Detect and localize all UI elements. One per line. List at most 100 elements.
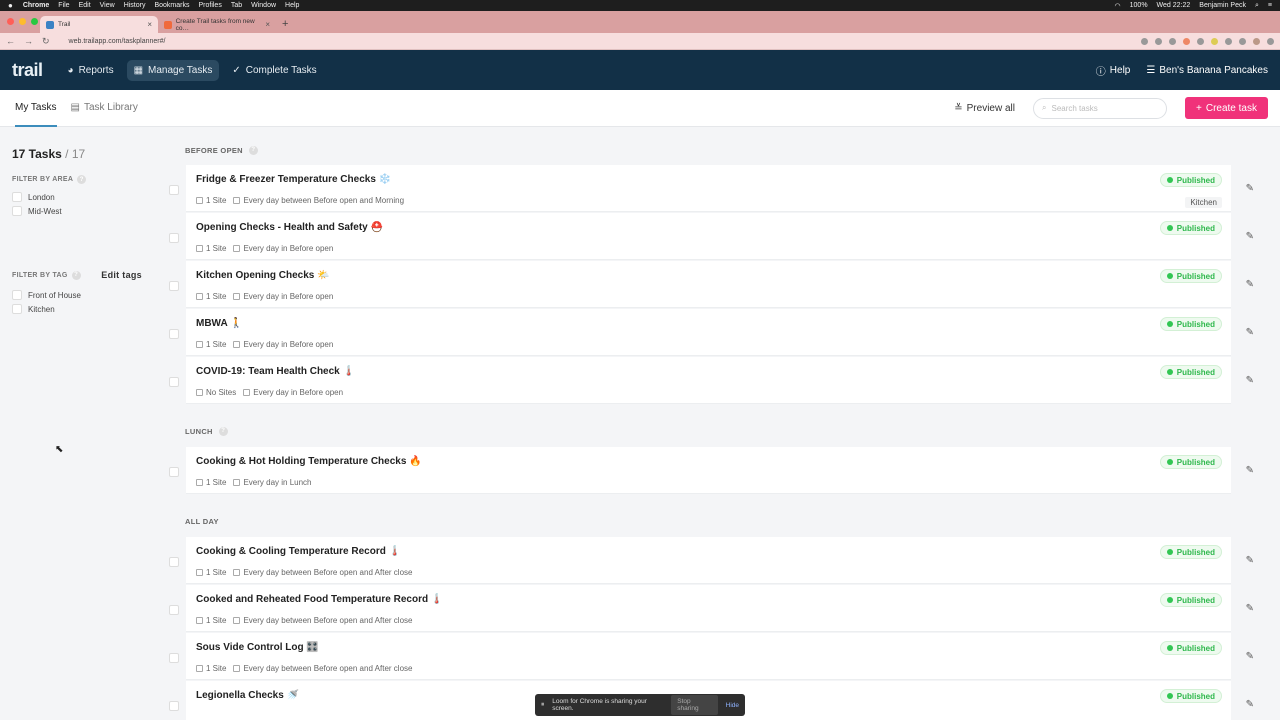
- extension-icon[interactable]: [1141, 37, 1148, 45]
- menu-help[interactable]: Help: [285, 2, 299, 9]
- extension-icon[interactable]: [1155, 37, 1162, 45]
- task-card[interactable]: Cooking & Hot Holding Temperature Checks…: [186, 447, 1231, 494]
- task-checkbox[interactable]: [169, 281, 179, 291]
- hide-button[interactable]: Hide: [726, 702, 739, 709]
- checkbox[interactable]: [12, 192, 22, 202]
- apple-icon[interactable]: ●: [8, 1, 13, 10]
- task-checkbox[interactable]: [169, 653, 179, 663]
- menu-edit[interactable]: Edit: [79, 2, 91, 9]
- edit-tags-link[interactable]: Edit tags: [101, 270, 142, 280]
- edit-pencil-icon[interactable]: ✎: [1246, 603, 1254, 614]
- edit-pencil-icon[interactable]: ✎: [1246, 699, 1254, 710]
- close-tab-icon[interactable]: ×: [265, 20, 270, 29]
- question-icon[interactable]: ?: [218, 426, 228, 436]
- tab-task-library[interactable]: ▤ Task Library: [71, 90, 138, 127]
- menu-profiles[interactable]: Profiles: [198, 2, 221, 9]
- pause-icon[interactable]: ⏸: [541, 701, 544, 709]
- area-filter-london[interactable]: London: [12, 192, 162, 202]
- extension-icon[interactable]: [1183, 37, 1190, 45]
- task-card[interactable]: Cooking & Cooling Temperature Record 🌡️ …: [186, 537, 1231, 584]
- menu-kebab-icon[interactable]: [1267, 37, 1274, 45]
- question-icon[interactable]: ?: [77, 175, 87, 184]
- task-checkbox[interactable]: [169, 701, 179, 711]
- browser-tab-help[interactable]: Create Trail tasks from new co… ×: [158, 16, 276, 33]
- task-card[interactable]: MBWA 🚶 1 Site Every day in Before open P…: [186, 309, 1231, 356]
- area-filter-mid-west[interactable]: Mid-West: [12, 206, 162, 216]
- menu-bookmarks[interactable]: Bookmarks: [154, 2, 189, 9]
- menu-chrome[interactable]: Chrome: [23, 2, 49, 9]
- task-card[interactable]: Kitchen Opening Checks 🌤️ 1 Site Every d…: [186, 261, 1231, 308]
- extension-icon[interactable]: [1197, 37, 1204, 45]
- edit-pencil-icon[interactable]: ✎: [1246, 555, 1254, 566]
- control-center-icon[interactable]: ≡: [1268, 2, 1272, 9]
- task-name[interactable]: COVID-19: Team Health Check 🌡️: [196, 366, 355, 377]
- edit-pencil-icon[interactable]: ✎: [1246, 327, 1254, 338]
- edit-pencil-icon[interactable]: ✎: [1246, 279, 1254, 290]
- question-icon[interactable]: ?: [248, 145, 258, 155]
- help-link[interactable]: ⓘ Help: [1096, 63, 1131, 78]
- minimize-window-icon[interactable]: [19, 18, 26, 25]
- battery-label[interactable]: 100%: [1130, 2, 1148, 9]
- task-checkbox[interactable]: [169, 377, 179, 387]
- checkbox[interactable]: [12, 290, 22, 300]
- menu-tab[interactable]: Tab: [231, 2, 242, 9]
- task-checkbox[interactable]: [169, 557, 179, 567]
- wifi-icon[interactable]: ◠: [1115, 2, 1121, 10]
- user-name[interactable]: Benjamin Peck: [1199, 2, 1246, 9]
- extension-icon[interactable]: [1239, 37, 1246, 45]
- close-window-icon[interactable]: [7, 18, 14, 25]
- question-icon[interactable]: ?: [71, 270, 81, 280]
- edit-pencil-icon[interactable]: ✎: [1246, 375, 1254, 386]
- task-card[interactable]: Cooked and Reheated Food Temperature Rec…: [186, 585, 1231, 632]
- checkbox[interactable]: [12, 206, 22, 216]
- task-card[interactable]: Opening Checks - Health and Safety ⛑️ 1 …: [186, 213, 1231, 260]
- clock[interactable]: Wed 22:22: [1157, 2, 1191, 9]
- url-field[interactable]: web.trailapp.com/taskplanner#/: [69, 38, 166, 45]
- bookmark-star-icon[interactable]: [1169, 37, 1176, 45]
- edit-pencil-icon[interactable]: ✎: [1246, 183, 1254, 194]
- edit-pencil-icon[interactable]: ✎: [1246, 651, 1254, 662]
- task-name[interactable]: MBWA 🚶: [196, 318, 243, 329]
- search-input[interactable]: ⌕ Search tasks: [1033, 97, 1167, 119]
- trail-logo[interactable]: trail: [12, 60, 43, 81]
- account-menu[interactable]: ☰ Ben's Banana Pancakes: [1146, 65, 1268, 76]
- nav-reports[interactable]: ◕ Reports: [61, 60, 121, 81]
- task-checkbox[interactable]: [169, 467, 179, 477]
- checkbox[interactable]: [12, 304, 22, 314]
- edit-pencil-icon[interactable]: ✎: [1246, 465, 1254, 476]
- create-task-button[interactable]: + Create task: [1185, 97, 1268, 119]
- task-name[interactable]: Opening Checks - Health and Safety ⛑️: [196, 222, 383, 233]
- close-tab-icon[interactable]: ×: [147, 20, 152, 29]
- menu-file[interactable]: File: [58, 2, 69, 9]
- profile-avatar[interactable]: [1253, 37, 1260, 45]
- extension-icon[interactable]: [1211, 37, 1218, 45]
- preview-all-button[interactable]: ≚ Preview all: [954, 103, 1015, 114]
- forward-icon[interactable]: →: [24, 36, 33, 46]
- new-tab-icon[interactable]: +: [282, 18, 288, 30]
- task-checkbox[interactable]: [169, 605, 179, 615]
- spotlight-icon[interactable]: ⌕: [1255, 2, 1259, 10]
- reload-icon[interactable]: ↻: [42, 36, 50, 47]
- task-name[interactable]: Sous Vide Control Log 🎛️: [196, 642, 319, 653]
- task-card[interactable]: COVID-19: Team Health Check 🌡️ No Sites …: [186, 357, 1231, 404]
- browser-tab-trail[interactable]: Trail ×: [40, 16, 158, 33]
- task-checkbox[interactable]: [169, 329, 179, 339]
- extension-icon[interactable]: [1225, 37, 1232, 45]
- back-icon[interactable]: ←: [6, 36, 15, 46]
- menu-window[interactable]: Window: [251, 2, 276, 9]
- nav-manage-tasks[interactable]: ▦ Manage Tasks: [126, 59, 220, 81]
- menu-view[interactable]: View: [100, 2, 115, 9]
- nav-complete-tasks[interactable]: ✓ Complete Tasks: [225, 60, 323, 81]
- task-name[interactable]: Cooking & Cooling Temperature Record 🌡️: [196, 546, 401, 557]
- tag-filter-front-of-house[interactable]: Front of House: [12, 290, 162, 300]
- task-card[interactable]: Fridge & Freezer Temperature Checks ❄️ 1…: [186, 165, 1231, 212]
- task-name[interactable]: Cooked and Reheated Food Temperature Rec…: [196, 594, 443, 605]
- stop-sharing-button[interactable]: Stop sharing: [671, 695, 718, 715]
- task-name[interactable]: Legionella Checks 🚿: [196, 690, 299, 701]
- task-checkbox[interactable]: [169, 185, 179, 195]
- task-name[interactable]: Kitchen Opening Checks 🌤️: [196, 270, 330, 281]
- tab-my-tasks[interactable]: My Tasks: [15, 90, 57, 127]
- edit-pencil-icon[interactable]: ✎: [1246, 231, 1254, 242]
- task-checkbox[interactable]: [169, 233, 179, 243]
- task-name[interactable]: Fridge & Freezer Temperature Checks ❄️: [196, 174, 391, 185]
